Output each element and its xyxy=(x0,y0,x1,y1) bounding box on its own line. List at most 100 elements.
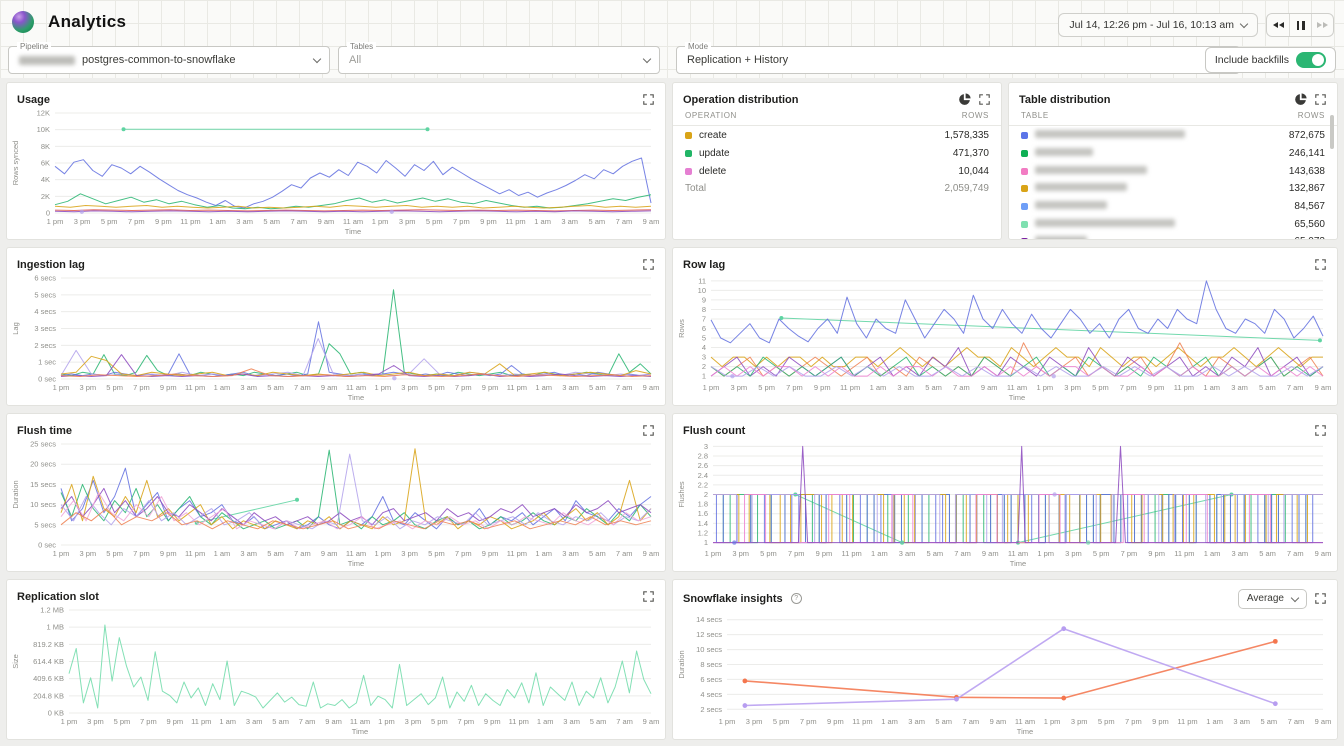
flush-time-title: Flush time xyxy=(17,425,72,437)
date-range-picker[interactable]: Jul 14, 12:26 pm - Jul 16, 10:13 am xyxy=(1058,13,1258,37)
date-range-label: Jul 14, 12:26 pm - Jul 16, 10:13 am xyxy=(1069,19,1234,31)
svg-text:Lag: Lag xyxy=(11,322,20,335)
svg-text:3 am: 3 am xyxy=(1231,549,1248,558)
svg-text:9 pm: 9 pm xyxy=(155,217,172,226)
svg-text:3 pm: 3 pm xyxy=(74,217,91,226)
svg-text:9 am: 9 am xyxy=(981,383,998,392)
operation-rows-value: 10,044 xyxy=(958,166,989,177)
table-row: 132,867 xyxy=(1009,180,1337,198)
svg-text:11 pm: 11 pm xyxy=(852,717,872,726)
svg-text:3 pm: 3 pm xyxy=(746,717,763,726)
operation-row: delete10,044 xyxy=(673,162,1001,180)
pause-button[interactable] xyxy=(1289,14,1311,36)
expand-icon[interactable] xyxy=(1313,93,1327,107)
pie-chart-icon[interactable] xyxy=(957,93,971,107)
table-row: 143,638 xyxy=(1009,162,1337,180)
svg-text:1.8: 1.8 xyxy=(698,500,708,509)
svg-text:3 pm: 3 pm xyxy=(87,717,104,726)
svg-text:1.2 MB: 1.2 MB xyxy=(40,606,64,615)
svg-text:10K: 10K xyxy=(37,125,50,134)
svg-text:5 pm: 5 pm xyxy=(426,217,443,226)
svg-text:819.2 KB: 819.2 KB xyxy=(33,640,64,649)
svg-text:7 pm: 7 pm xyxy=(788,549,805,558)
svg-text:5 am: 5 am xyxy=(1260,717,1277,726)
svg-text:10 secs: 10 secs xyxy=(696,645,722,654)
replication-slot-chart: 0 KB204.8 KB409.6 KB614.4 KB819.2 KB1 MB… xyxy=(9,602,661,737)
scrollbar-thumb[interactable] xyxy=(1330,115,1334,149)
svg-text:1.4: 1.4 xyxy=(698,519,708,528)
svg-text:9 pm: 9 pm xyxy=(1148,549,1165,558)
svg-text:1 am: 1 am xyxy=(534,217,551,226)
svg-text:3 am: 3 am xyxy=(240,549,257,558)
svg-text:11 pm: 11 pm xyxy=(185,383,205,392)
row-lag-title: Row lag xyxy=(683,259,725,271)
svg-text:2.2: 2.2 xyxy=(698,480,708,489)
tables-select[interactable]: Tables All xyxy=(338,46,660,74)
fast-forward-button[interactable] xyxy=(1311,14,1333,36)
svg-text:9 pm: 9 pm xyxy=(1152,717,1169,726)
mode-select-value: Replication + History xyxy=(687,54,788,66)
svg-text:7 am: 7 am xyxy=(616,717,633,726)
svg-text:5 pm: 5 pm xyxy=(106,549,123,558)
svg-text:1 pm: 1 pm xyxy=(1036,383,1053,392)
redacted-table-name xyxy=(1035,148,1093,156)
redacted-table-name xyxy=(1035,183,1127,191)
svg-text:1 am: 1 am xyxy=(214,549,231,558)
svg-text:3 am: 3 am xyxy=(562,383,579,392)
total-label: Total xyxy=(685,183,945,194)
svg-text:5 pm: 5 pm xyxy=(1092,383,1109,392)
svg-text:5 pm: 5 pm xyxy=(428,549,445,558)
svg-text:7 am: 7 am xyxy=(953,383,970,392)
svg-text:1 pm: 1 pm xyxy=(61,717,78,726)
series-color-swatch xyxy=(1021,203,1028,210)
series-color-swatch xyxy=(1021,132,1028,139)
rewind-button[interactable] xyxy=(1267,14,1289,36)
svg-text:9 am: 9 am xyxy=(643,717,660,726)
svg-text:7 am: 7 am xyxy=(1288,717,1305,726)
operation-rows-value: 1,578,335 xyxy=(945,130,990,141)
svg-text:5 pm: 5 pm xyxy=(431,717,448,726)
svg-text:Time: Time xyxy=(352,727,368,736)
svg-text:9 am: 9 am xyxy=(325,717,342,726)
svg-text:3 am: 3 am xyxy=(897,383,914,392)
mode-select[interactable]: Mode Replication + History xyxy=(676,46,1240,74)
svg-text:11 pm: 11 pm xyxy=(509,717,529,726)
rows-column-header: ROWS xyxy=(962,111,989,120)
svg-text:3 am: 3 am xyxy=(246,717,263,726)
expand-icon[interactable] xyxy=(977,93,991,107)
svg-text:5 am: 5 am xyxy=(935,717,952,726)
svg-text:204.8 KB: 204.8 KB xyxy=(33,691,64,700)
pie-chart-icon[interactable] xyxy=(1293,93,1307,107)
aggregation-select[interactable]: Average xyxy=(1238,589,1307,609)
svg-text:7 pm: 7 pm xyxy=(133,549,150,558)
svg-text:7 pm: 7 pm xyxy=(1125,717,1142,726)
svg-text:14 secs: 14 secs xyxy=(696,615,722,624)
svg-text:614.4 KB: 614.4 KB xyxy=(33,657,64,666)
svg-text:5 pm: 5 pm xyxy=(101,217,118,226)
svg-text:11 pm: 11 pm xyxy=(840,383,860,392)
row-lag-card: Row lag 12345678910111 pm3 pm5 pm7 pm9 p… xyxy=(672,247,1338,406)
analytics-dashboard: Analytics Jul 14, 12:26 pm - Jul 16, 10:… xyxy=(0,0,1344,746)
svg-text:9 am: 9 am xyxy=(1315,549,1332,558)
svg-text:2 secs: 2 secs xyxy=(700,705,722,714)
svg-text:9 am: 9 am xyxy=(990,717,1007,726)
svg-text:9 am: 9 am xyxy=(1315,717,1332,726)
svg-text:3 am: 3 am xyxy=(561,217,578,226)
ingestion-lag-card: Ingestion lag 0 sec1 sec2 secs3 secs4 se… xyxy=(6,247,666,406)
pipeline-select[interactable]: Pipeline postgres-common-to-snowflake xyxy=(8,46,330,74)
svg-text:5 pm: 5 pm xyxy=(758,383,775,392)
help-icon[interactable]: ? xyxy=(791,593,802,604)
svg-text:1 am: 1 am xyxy=(535,549,552,558)
svg-text:5 pm: 5 pm xyxy=(1098,717,1115,726)
svg-text:Time: Time xyxy=(348,393,364,402)
ingestion-lag-title: Ingestion lag xyxy=(17,259,85,271)
flush-time-card: Flush time 0 sec5 secs10 secs15 secs20 s… xyxy=(6,413,666,572)
operation-row: update471,370 xyxy=(673,145,1001,163)
svg-text:5 am: 5 am xyxy=(589,549,606,558)
svg-text:1 pm: 1 pm xyxy=(703,383,720,392)
include-backfills-toggle[interactable] xyxy=(1296,52,1326,68)
svg-text:Rows synced: Rows synced xyxy=(11,141,20,186)
expand-icon[interactable] xyxy=(1313,592,1327,606)
topbar: Analytics Jul 14, 12:26 pm - Jul 16, 10:… xyxy=(0,0,1344,44)
svg-text:5 secs: 5 secs xyxy=(34,290,56,299)
